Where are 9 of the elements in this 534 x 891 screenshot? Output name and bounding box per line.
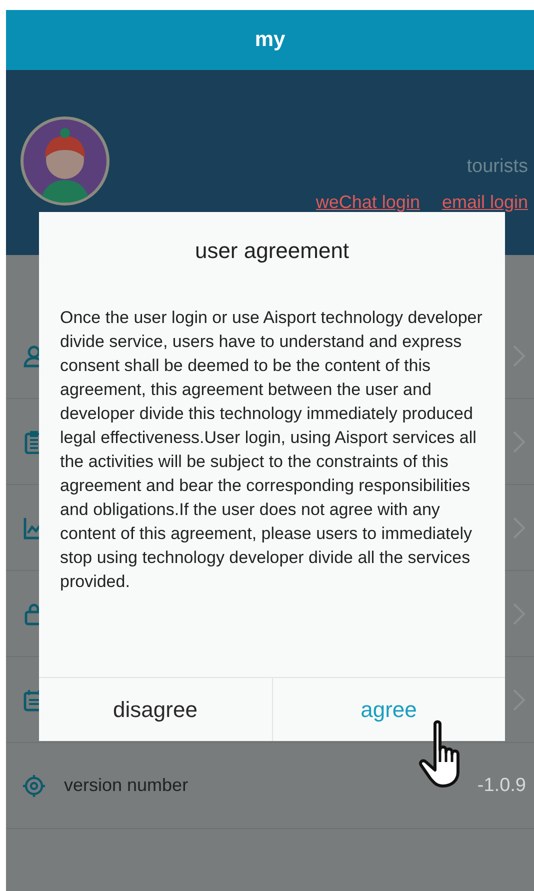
target-icon [22, 774, 46, 798]
login-link[interactable]: email login [442, 192, 528, 213]
agreement-text: Once the user login or use Aisport technology developer divide service, users have to understand and express consent shall be deemed to be the content of this agreement, this agreement between the user and developer divide this technology immediately produced legal effectiveness.User login, using Aisport services all the activities will be subject to the constraints of this agreement and bear the corresponding responsibilities and obligations.If the user does not agree with any content of this agreement, please users to immediately stop using technology developer divide all the services provided. [60, 307, 483, 593]
dialog-title: user agreement [194, 237, 350, 265]
version-value: -1.0.9 [477, 774, 526, 796]
login-link[interactable]: weChat login [316, 192, 420, 213]
user-status: tourists [466, 156, 528, 178]
page-title: my [254, 28, 286, 52]
menu-label: version number [64, 775, 190, 796]
